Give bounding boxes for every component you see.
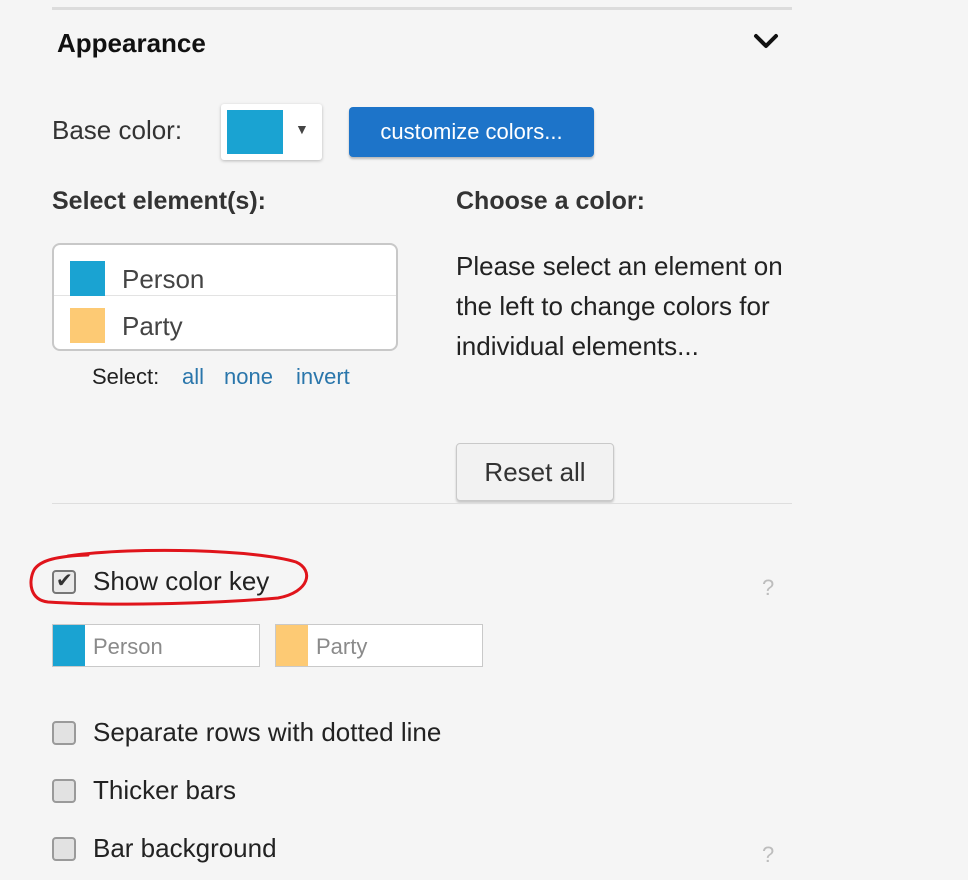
select-elements-heading: Select element(s):: [52, 187, 266, 215]
color-key-swatch: [276, 625, 308, 666]
red-circle-annotation: [29, 548, 308, 606]
base-color-swatch: [227, 110, 283, 154]
customize-colors-button[interactable]: customize colors...: [349, 107, 594, 157]
chevron-down-icon[interactable]: [752, 30, 780, 52]
choose-color-heading: Choose a color:: [456, 187, 645, 215]
thicker-bars-label[interactable]: Thicker bars: [93, 775, 236, 806]
choose-color-help-text: Please select an element on the left to …: [456, 251, 783, 361]
base-color-dropdown[interactable]: ▼: [221, 104, 322, 160]
base-color-label: Base color:: [52, 115, 183, 145]
color-key-placeholder: Party: [316, 634, 368, 659]
element-color-swatch: [70, 261, 105, 296]
element-label: Person: [122, 264, 205, 294]
select-all-link[interactable]: all: [182, 364, 204, 390]
separate-rows-checkbox[interactable]: [52, 721, 76, 745]
select-none-link[interactable]: none: [224, 364, 273, 390]
element-item-person[interactable]: Person: [54, 249, 396, 296]
thicker-bars-checkbox[interactable]: [52, 779, 76, 803]
bar-background-checkbox[interactable]: [52, 837, 76, 861]
section-title[interactable]: Appearance: [57, 28, 206, 59]
element-item-party[interactable]: Party: [54, 296, 396, 343]
color-key-placeholder: Person: [93, 634, 163, 659]
dropdown-caret-icon: ▼: [295, 121, 309, 137]
element-color-swatch: [70, 308, 105, 343]
section-top-divider: [52, 7, 792, 10]
color-key-party-input[interactable]: Party: [275, 624, 483, 667]
select-prefix-label: Select:: [92, 364, 160, 389]
color-key-swatch: [53, 625, 85, 666]
bar-background-label[interactable]: Bar background: [93, 833, 277, 864]
separate-rows-label[interactable]: Separate rows with dotted line: [93, 717, 441, 748]
select-invert-link[interactable]: invert: [296, 364, 350, 390]
reset-all-button[interactable]: Reset all: [456, 443, 614, 501]
help-question-icon[interactable]: ?: [762, 575, 774, 601]
element-label: Party: [122, 311, 183, 341]
element-list: Person Party: [52, 243, 398, 351]
help-question-icon[interactable]: ?: [762, 842, 774, 868]
color-key-person-input[interactable]: Person: [52, 624, 260, 667]
section-divider: [52, 503, 792, 504]
